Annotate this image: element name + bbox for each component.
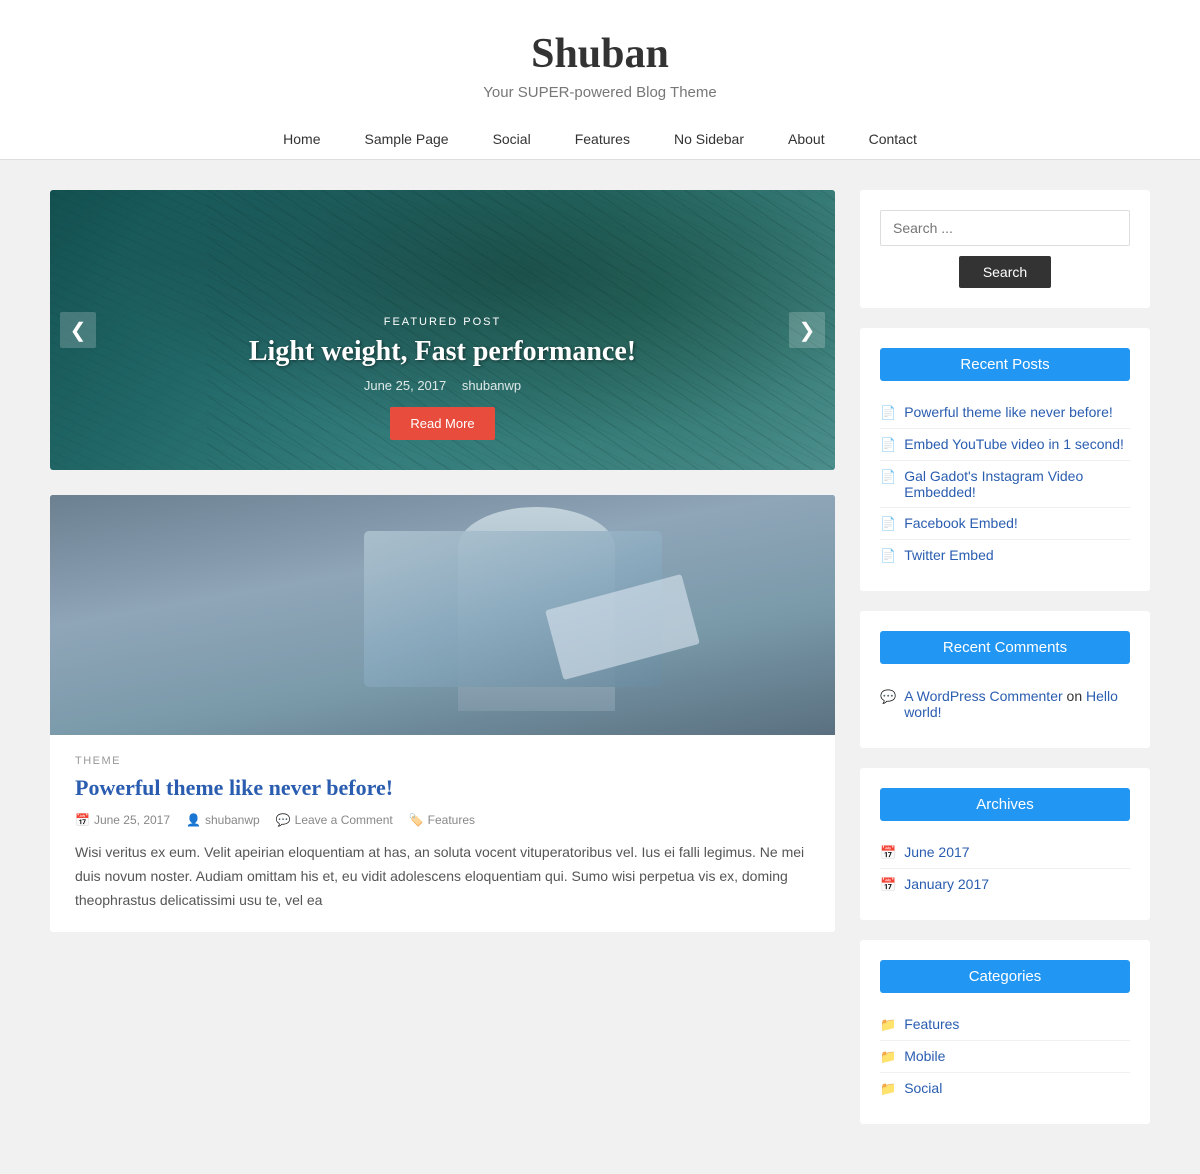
post-title[interactable]: Powerful theme like never before! (75, 775, 810, 801)
calendar-icon (880, 876, 896, 893)
post-tag: 🏷️ Features (409, 813, 475, 827)
nav-sample-page[interactable]: Sample Page (343, 119, 471, 159)
category-link[interactable]: Features (904, 1016, 959, 1032)
nav-social[interactable]: Social (471, 119, 553, 159)
featured-label: FEATURED POST (110, 316, 775, 328)
list-item: Social (880, 1073, 1130, 1104)
site-title: Shuban (20, 30, 1180, 78)
nav-features[interactable]: Features (553, 119, 652, 159)
archives-list: June 2017 January 2017 (880, 837, 1130, 900)
read-more-button[interactable]: Read More (390, 407, 494, 440)
folder-icon (880, 1080, 896, 1097)
nav-no-sidebar[interactable]: No Sidebar (652, 119, 766, 159)
list-item: Embed YouTube video in 1 second! (880, 429, 1130, 461)
featured-slider: ❮ ❯ FEATURED POST Light weight, Fast per… (50, 190, 835, 470)
calendar-icon: 📅 (75, 813, 90, 827)
slider-author: shubanwp (462, 378, 521, 393)
author-icon: 👤 (186, 813, 201, 827)
categories-title: Categories (880, 960, 1130, 993)
post-image (50, 495, 835, 735)
recent-comments-widget: Recent Comments A WordPress Commenter on… (860, 611, 1150, 748)
post-comment-link[interactable]: 💬 Leave a Comment (276, 813, 393, 827)
post-date: 📅 June 25, 2017 (75, 813, 170, 827)
nav-home[interactable]: Home (261, 119, 342, 159)
site-header: Shuban Your SUPER-powered Blog Theme Hom… (0, 0, 1200, 160)
recent-comments-title: Recent Comments (880, 631, 1130, 664)
post-meta: 📅 June 25, 2017 👤 shubanwp 💬 Leave a Com… (75, 813, 810, 827)
search-widget: Search (860, 190, 1150, 308)
search-button[interactable]: Search (959, 256, 1051, 288)
comment-item: A WordPress Commenter on Hello world! (880, 680, 1130, 728)
recent-posts-widget: Recent Posts Powerful theme like never b… (860, 328, 1150, 591)
folder-icon (880, 1048, 896, 1065)
nav-contact[interactable]: Contact (847, 119, 939, 159)
archives-title: Archives (880, 788, 1130, 821)
doc-icon (880, 468, 896, 485)
archive-link[interactable]: January 2017 (904, 876, 989, 892)
comment-icon: 💬 (276, 813, 291, 827)
category-link[interactable]: Social (904, 1080, 942, 1096)
post-author: 👤 shubanwp (186, 813, 260, 827)
commenter-link[interactable]: A WordPress Commenter (904, 688, 1062, 704)
post-category: THEME (75, 755, 810, 767)
recent-posts-list: Powerful theme like never before! Embed … (880, 397, 1130, 571)
categories-widget: Categories Features Mobile Social (860, 940, 1150, 1124)
post-body: THEME Powerful theme like never before! … (50, 735, 835, 932)
slider-title: Light weight, Fast performance! (110, 336, 775, 368)
nav-about[interactable]: About (766, 119, 847, 159)
recent-post-link[interactable]: Twitter Embed (904, 547, 993, 563)
search-input[interactable] (880, 210, 1130, 246)
comment-on: on (1067, 688, 1086, 704)
list-item: Facebook Embed! (880, 508, 1130, 540)
sidebar: Search Recent Posts Powerful theme like … (860, 190, 1150, 1144)
content-area: ❮ ❯ FEATURED POST Light weight, Fast per… (50, 190, 835, 1144)
doc-icon (880, 404, 896, 421)
archive-link[interactable]: June 2017 (904, 844, 969, 860)
post-card: THEME Powerful theme like never before! … (50, 495, 835, 932)
categories-list: Features Mobile Social (880, 1009, 1130, 1104)
list-item: Twitter Embed (880, 540, 1130, 571)
comment-icon (880, 688, 896, 705)
recent-post-link[interactable]: Powerful theme like never before! (904, 404, 1113, 420)
tag-icon: 🏷️ (409, 813, 424, 827)
slider-content: FEATURED POST Light weight, Fast perform… (50, 286, 835, 470)
recent-post-link[interactable]: Gal Gadot's Instagram Video Embedded! (904, 468, 1130, 500)
recent-posts-title: Recent Posts (880, 348, 1130, 381)
list-item: Gal Gadot's Instagram Video Embedded! (880, 461, 1130, 508)
slider-date: June 25, 2017 (364, 378, 446, 393)
slider-meta: June 25, 2017 shubanwp (110, 378, 775, 393)
site-tagline: Your SUPER-powered Blog Theme (20, 84, 1180, 101)
main-wrapper: ❮ ❯ FEATURED POST Light weight, Fast per… (30, 190, 1170, 1144)
recent-post-link[interactable]: Embed YouTube video in 1 second! (904, 436, 1124, 452)
folder-icon (880, 1016, 896, 1033)
post-excerpt: Wisi veritus ex eum. Velit apeirian eloq… (75, 841, 810, 912)
list-item: June 2017 (880, 837, 1130, 869)
comment-text: A WordPress Commenter on Hello world! (904, 688, 1130, 720)
doc-icon (880, 547, 896, 564)
list-item: Mobile (880, 1041, 1130, 1073)
list-item: Powerful theme like never before! (880, 397, 1130, 429)
list-item: Features (880, 1009, 1130, 1041)
doc-icon (880, 436, 896, 453)
category-link[interactable]: Mobile (904, 1048, 945, 1064)
archives-widget: Archives June 2017 January 2017 (860, 768, 1150, 920)
list-item: January 2017 (880, 869, 1130, 900)
main-nav: Home Sample Page Social Features No Side… (20, 119, 1180, 159)
doc-icon (880, 515, 896, 532)
calendar-icon (880, 844, 896, 861)
recent-post-link[interactable]: Facebook Embed! (904, 515, 1018, 531)
